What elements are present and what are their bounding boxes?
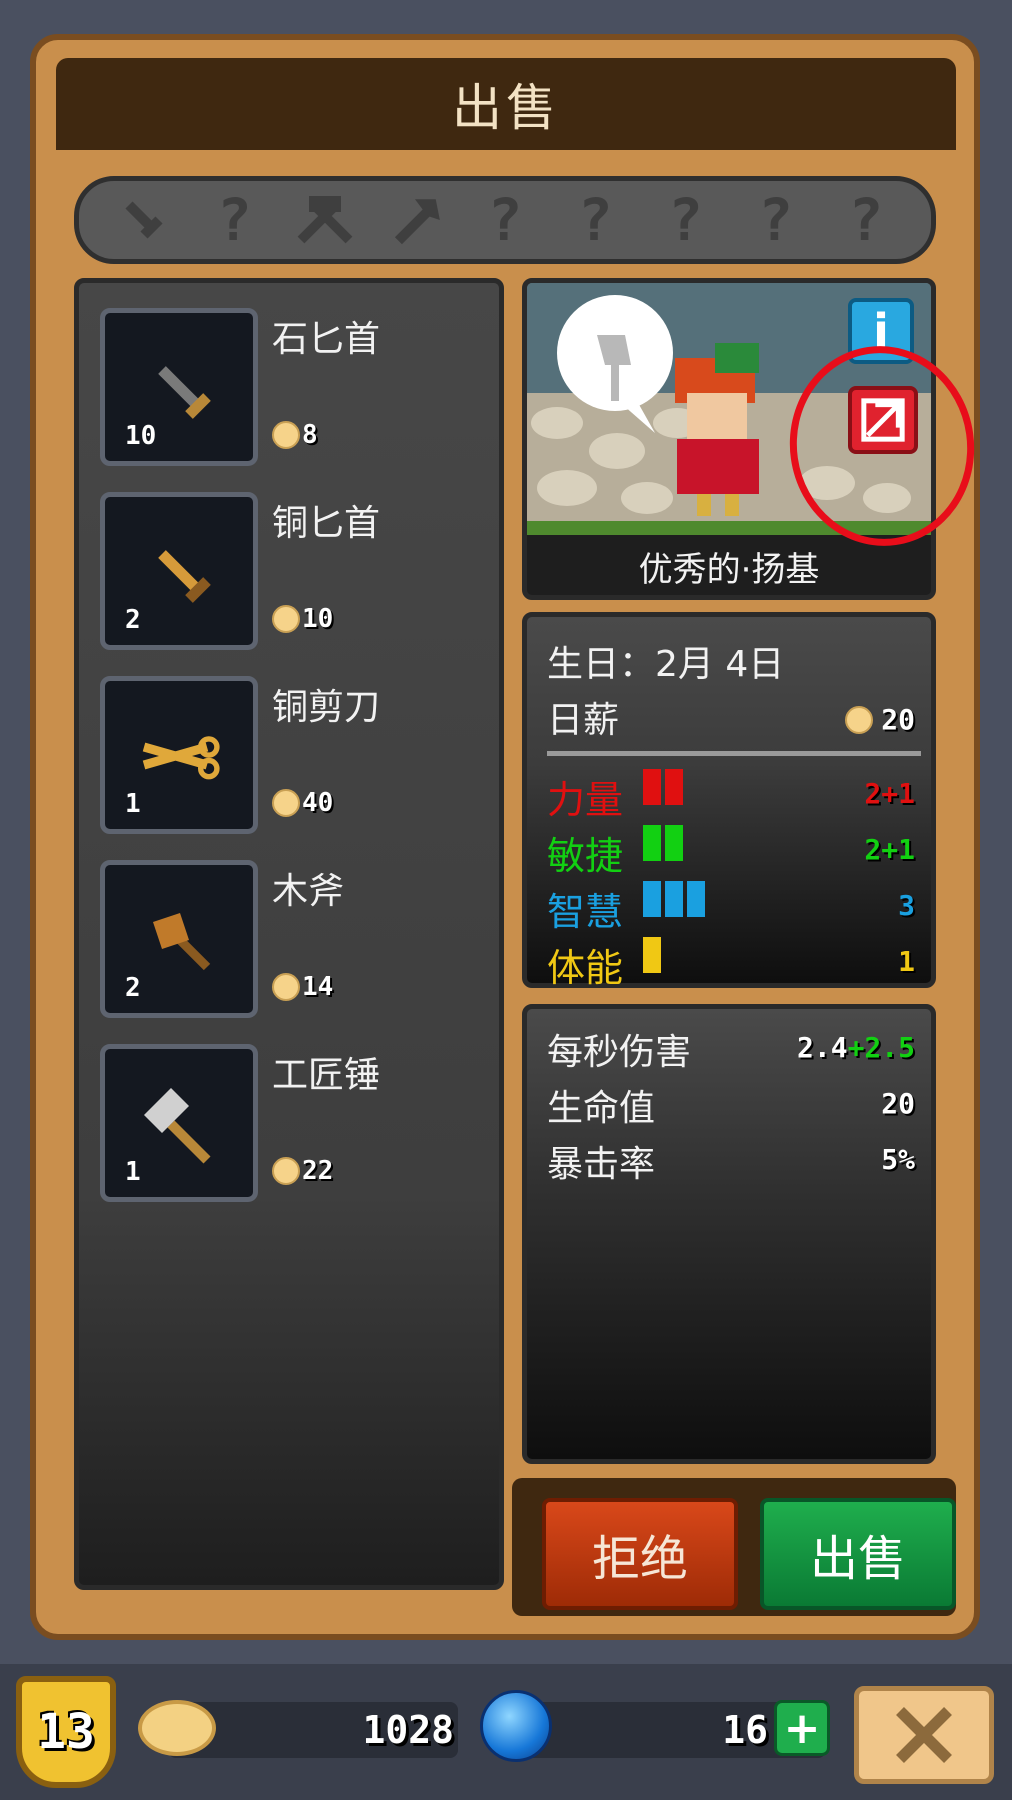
gem-icon bbox=[480, 1690, 552, 1762]
price-value: 14 bbox=[302, 972, 334, 1002]
unknown-icon: ? bbox=[216, 186, 252, 254]
item-name: 工匠锤 bbox=[272, 1055, 381, 1096]
unknown-icon: ? bbox=[577, 186, 613, 254]
stat-stamina-bars bbox=[643, 937, 661, 973]
crit-label: 暴击率 bbox=[547, 1144, 656, 1185]
item-name: 铜剪刀 bbox=[272, 687, 381, 728]
price-value: 22 bbox=[302, 1156, 334, 1186]
stat-wisdom-value: 3 bbox=[898, 889, 915, 922]
salary-label: 日薪 bbox=[547, 700, 620, 741]
stat-stamina-value: 1 bbox=[898, 945, 915, 978]
combat-stats-panel: 每秒伤害 2.4+2.5 生命值 20 暴击率 5% bbox=[522, 1004, 936, 1464]
close-button[interactable] bbox=[854, 1686, 994, 1784]
item-slot[interactable]: 10 bbox=[100, 308, 258, 466]
crit-value: 5% bbox=[881, 1143, 915, 1176]
axe-icon bbox=[380, 185, 450, 255]
gold-coins-icon bbox=[138, 1700, 216, 1756]
unknown-icon: ? bbox=[667, 186, 703, 254]
crossed-axes-icon bbox=[290, 185, 360, 255]
gold-coin-icon bbox=[272, 1157, 300, 1185]
craftsman-hammer-icon bbox=[144, 1088, 211, 1164]
item-quantity: 1 bbox=[125, 789, 141, 819]
hero-sprite bbox=[675, 343, 759, 516]
reject-button[interactable]: 拒绝 bbox=[542, 1498, 738, 1610]
level-badge[interactable]: 13 bbox=[16, 1676, 116, 1788]
list-item[interactable]: 2 木斧 14 bbox=[100, 860, 500, 1018]
dagger-icon bbox=[109, 185, 179, 255]
list-item[interactable]: 2 铜匕首 10 bbox=[100, 492, 500, 650]
item-price: 8 bbox=[272, 420, 318, 450]
list-item[interactable]: 1 铜剪刀 40 bbox=[100, 676, 500, 834]
dps-value: 2.4+2.5 bbox=[797, 1031, 915, 1064]
stat-agility-bars bbox=[643, 825, 683, 861]
birthday-row: 生日：2月 4日 bbox=[547, 635, 784, 687]
birthday-value: 2月 4日 bbox=[655, 644, 785, 685]
item-price: 22 bbox=[272, 1156, 333, 1186]
gold-amount: 1028 bbox=[362, 1708, 454, 1752]
stat-agility-label: 敏捷 bbox=[547, 834, 624, 878]
item-quantity: 10 bbox=[125, 421, 157, 451]
unknown-icon: ? bbox=[758, 186, 794, 254]
gem-amount: 16 bbox=[722, 1708, 768, 1752]
stat-strength-label: 力量 bbox=[547, 778, 624, 822]
wooden-axe-icon bbox=[153, 913, 211, 971]
dialog-title: 出售 bbox=[452, 79, 560, 137]
gold-coin-icon bbox=[272, 605, 300, 633]
stat-agility-value: 2+1 bbox=[864, 833, 915, 866]
item-price: 40 bbox=[272, 788, 333, 818]
close-icon bbox=[896, 1707, 952, 1763]
item-collection-bar: ? ? ? ? ? ? bbox=[74, 176, 936, 264]
stone-dagger-icon bbox=[158, 366, 211, 419]
stat-strength-value: 2+1 bbox=[864, 777, 915, 810]
gold-coin-icon bbox=[845, 705, 874, 734]
gold-coin-icon bbox=[272, 973, 300, 1001]
item-slot[interactable]: 1 bbox=[100, 1044, 258, 1202]
item-slot[interactable]: 2 bbox=[100, 860, 258, 1018]
item-slot[interactable]: 2 bbox=[100, 492, 258, 650]
hp-label: 生命值 bbox=[547, 1088, 656, 1129]
item-quantity: 1 bbox=[125, 1157, 141, 1187]
list-item[interactable]: 1 工匠锤 22 bbox=[100, 1044, 500, 1202]
item-name: 木斧 bbox=[272, 871, 345, 912]
dps-bonus: +2.5 bbox=[847, 1031, 915, 1064]
stat-wisdom-label: 智慧 bbox=[547, 890, 624, 934]
stat-strength-bars bbox=[643, 769, 683, 805]
level-value: 13 bbox=[37, 1704, 95, 1760]
item-quantity: 2 bbox=[125, 973, 141, 1003]
copper-dagger-icon bbox=[158, 550, 211, 603]
item-price: 14 bbox=[272, 972, 333, 1002]
dps-base: 2.4 bbox=[796, 1031, 848, 1064]
list-item[interactable]: 10 石匕首 8 bbox=[100, 308, 500, 466]
price-value: 8 bbox=[302, 420, 318, 450]
price-value: 10 bbox=[302, 604, 334, 634]
gold-coin-icon bbox=[272, 421, 300, 449]
sell-button[interactable]: 出售 bbox=[760, 1498, 956, 1610]
item-price: 10 bbox=[272, 604, 333, 634]
salary-value: 20 bbox=[881, 703, 915, 736]
gold-coin-icon bbox=[272, 789, 300, 817]
dps-label: 每秒伤害 bbox=[547, 1032, 692, 1073]
item-name: 石匕首 bbox=[272, 319, 381, 360]
item-quantity: 2 bbox=[125, 605, 141, 635]
copper-scissors-icon bbox=[142, 736, 220, 780]
birthday-label: 生日： bbox=[547, 644, 656, 685]
unknown-icon: ? bbox=[848, 186, 884, 254]
divider bbox=[547, 751, 921, 756]
item-slot[interactable]: 1 bbox=[100, 676, 258, 834]
unknown-icon: ? bbox=[487, 186, 523, 254]
hp-value: 20 bbox=[881, 1087, 915, 1120]
salary-value-group: 20 bbox=[845, 703, 915, 736]
character-info-panel: 生日：2月 4日 日薪 20 力量 2+1 敏捷 2+1 智慧 3 体能 1 bbox=[522, 612, 936, 990]
stat-wisdom-bars bbox=[643, 881, 705, 917]
stat-stamina-label: 体能 bbox=[547, 946, 624, 990]
price-value: 40 bbox=[302, 788, 334, 818]
add-gems-button[interactable]: + bbox=[774, 1700, 830, 1756]
item-name: 铜匕首 bbox=[272, 503, 381, 544]
